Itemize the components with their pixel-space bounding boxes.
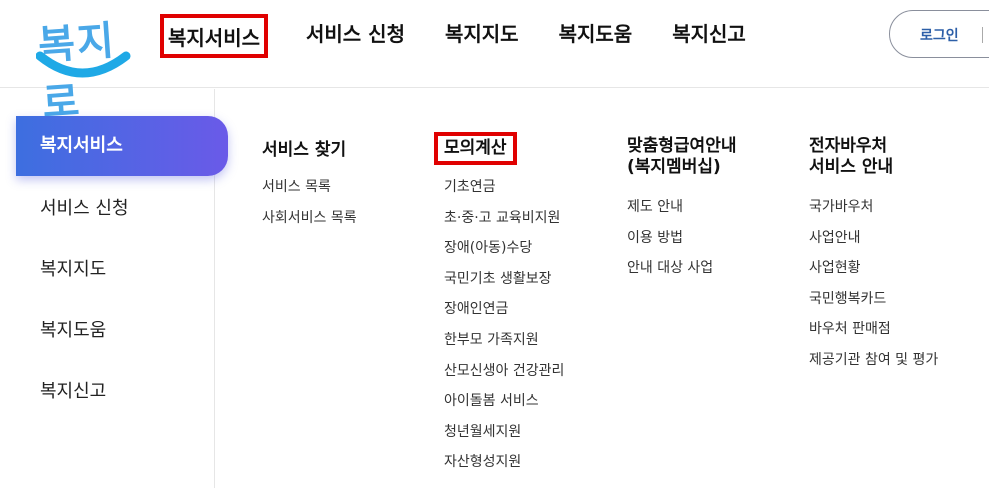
gnb-item-service-apply[interactable]: 서비스 신청	[306, 14, 405, 58]
site-header: 복지로 복지서비스 서비스 신청 복지지도 복지도움 복지신고 로그인	[0, 0, 989, 127]
side-item-service-apply[interactable]: 서비스 신청	[16, 179, 228, 239]
link-system-guide[interactable]: 제도 안내	[627, 192, 713, 223]
column-title-line1: 전자바우처	[809, 136, 888, 156]
side-item-welfare-report[interactable]: 복지신고	[16, 362, 228, 422]
link-single-parent-support[interactable]: 한부모 가족지원	[444, 325, 564, 356]
column-title-line2: 서비스 안내	[809, 157, 894, 177]
global-nav: 복지서비스 서비스 신청 복지지도 복지도움 복지신고	[160, 14, 786, 58]
menu-column-mock-calc: 모의계산 기초연금 초·중·고 교육비지원 장애(아동)수당 국민기초 생활보장…	[434, 132, 564, 470]
column-title: 서비스 찾기	[262, 140, 347, 160]
column-links: 국가바우처 사업안내 사업현황 국민행복카드 바우처 판매점 제공기관 참여 및…	[809, 192, 938, 376]
gnb-item-welfare-map[interactable]: 복지지도	[445, 14, 519, 58]
login-divider	[982, 27, 983, 43]
link-how-to-use[interactable]: 이용 방법	[627, 223, 713, 254]
link-maternal-newborn-care[interactable]: 산모신생아 건강관리	[444, 356, 564, 387]
link-education-support[interactable]: 초·중·고 교육비지원	[444, 203, 564, 234]
link-youth-rent-support[interactable]: 청년월세지원	[444, 417, 564, 448]
side-item-welfare-map[interactable]: 복지지도	[16, 240, 228, 300]
column-links: 기초연금 초·중·고 교육비지원 장애(아동)수당 국민기초 생활보장 장애인연…	[444, 172, 564, 478]
link-program-status[interactable]: 사업현황	[809, 253, 938, 284]
site-logo[interactable]: 복지로	[36, 6, 132, 127]
login-button[interactable]: 로그인	[889, 10, 989, 58]
column-links: 서비스 목록 사회서비스 목록	[262, 172, 357, 233]
side-item-welfare-service[interactable]: 복지서비스	[16, 116, 228, 176]
link-basic-pension[interactable]: 기초연금	[444, 172, 564, 203]
column-links: 제도 안내 이용 방법 안내 대상 사업	[627, 192, 713, 284]
link-happiness-card[interactable]: 국민행복카드	[809, 284, 938, 315]
side-menu: 복지서비스 서비스 신청 복지지도 복지도움 복지신고	[0, 89, 228, 488]
login-label: 로그인	[920, 28, 959, 44]
link-child-care-service[interactable]: 아이돌봄 서비스	[444, 386, 564, 417]
link-service-list[interactable]: 서비스 목록	[262, 172, 357, 203]
link-basic-livelihood[interactable]: 국민기초 생활보장	[444, 264, 564, 295]
gnb-item-welfare-help[interactable]: 복지도움	[559, 14, 633, 58]
link-disability-pension[interactable]: 장애인연금	[444, 294, 564, 325]
logo-smile-icon	[36, 51, 131, 78]
gnb-item-welfare-service[interactable]: 복지서비스	[160, 14, 268, 58]
menu-column-service-search: 서비스 찾기 서비스 목록 사회서비스 목록	[262, 136, 357, 226]
link-social-service-list[interactable]: 사회서비스 목록	[262, 203, 357, 234]
menu-column-custom-benefit: 맞춤형급여안내 (복지멤버십) 제도 안내 이용 방법 안내 대상 사업	[627, 136, 737, 276]
column-title-line1: 맞춤형급여안내	[627, 136, 737, 156]
side-item-welfare-help[interactable]: 복지도움	[16, 301, 228, 361]
link-target-programs[interactable]: 안내 대상 사업	[627, 253, 713, 284]
column-title-mock-calc[interactable]: 모의계산	[434, 132, 517, 165]
link-asset-building[interactable]: 자산형성지원	[444, 447, 564, 478]
link-national-voucher[interactable]: 국가바우처	[809, 192, 938, 223]
gnb-item-welfare-report[interactable]: 복지신고	[672, 14, 746, 58]
link-disability-child-allowance[interactable]: 장애(아동)수당	[444, 233, 564, 264]
link-voucher-stores[interactable]: 바우처 판매점	[809, 314, 938, 345]
column-title-line2: (복지멤버십)	[627, 157, 721, 177]
link-program-guide[interactable]: 사업안내	[809, 223, 938, 254]
link-provider-evaluation[interactable]: 제공기관 참여 및 평가	[809, 345, 938, 376]
menu-column-voucher: 전자바우처 서비스 안내 국가바우처 사업안내 사업현황 국민행복카드 바우처 …	[809, 136, 938, 368]
